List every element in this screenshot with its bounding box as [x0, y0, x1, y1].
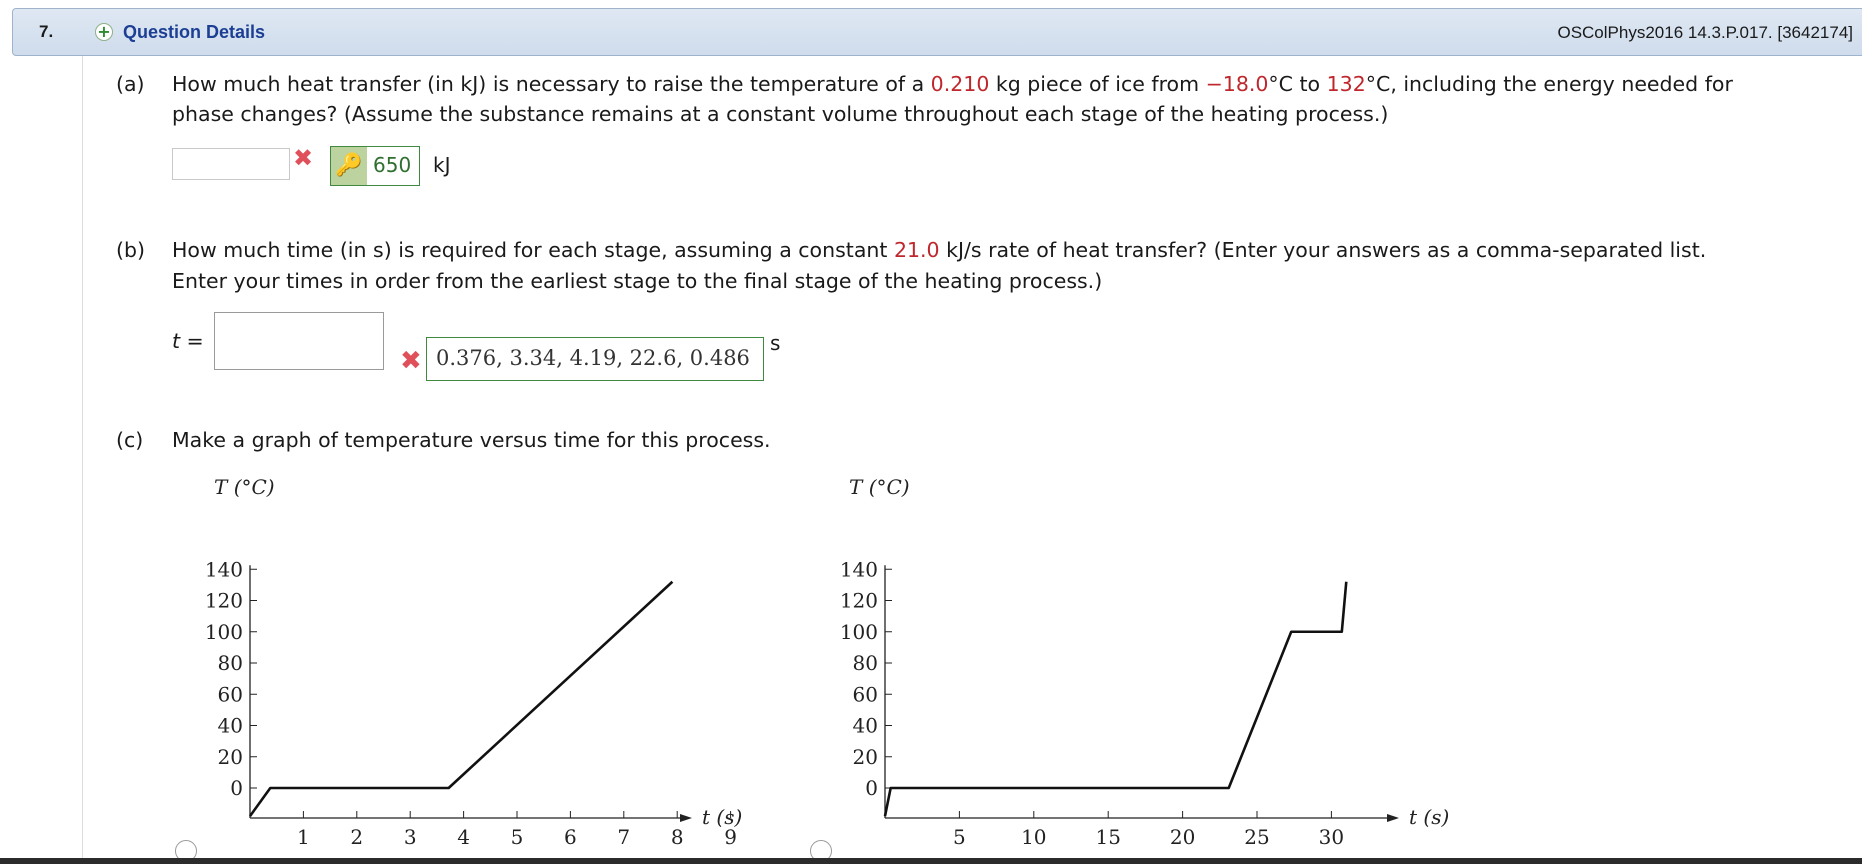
y-tick-label: 140: [840, 557, 878, 581]
x-tick-label: 5: [953, 825, 966, 849]
bottom-bar: [0, 858, 1862, 864]
x-axis-arrow-icon: [680, 814, 692, 822]
end-temperature-value: 132: [1326, 72, 1366, 96]
heat-rate-value: 21.0: [893, 238, 940, 262]
start-temperature-value: −18.0: [1205, 72, 1269, 96]
y-tick-label: 20: [853, 745, 878, 769]
expand-plus-icon[interactable]: +: [95, 23, 113, 41]
graph-option-1: 0204060801001201401 2 3 4 5 6 7 8 9T (°C)t (s): [205, 475, 742, 849]
part-a-answer-input[interactable]: [172, 148, 290, 180]
key-icon[interactable]: 🔑: [331, 147, 367, 185]
y-tick-label: 60: [853, 682, 878, 706]
y-tick-label: 0: [865, 776, 878, 800]
temperature-curve: [883, 581, 1348, 817]
part-a-unit: kJ: [433, 153, 451, 177]
question-number: 7.: [39, 22, 54, 41]
answer-key-box: 🔑 650: [330, 146, 420, 186]
x-tick-label: 20: [1170, 825, 1195, 849]
x-tick-label: 7: [617, 825, 630, 849]
part-c-label: (c): [116, 428, 144, 452]
ice-mass-value: 0.210: [930, 72, 990, 96]
x-tick-label: 15: [1095, 825, 1120, 849]
y-axis-label: T (°C): [214, 475, 275, 499]
part-b-unit: s: [770, 331, 781, 355]
graph-option-2: 0 20 40 60 80 100 120 140 5 10 15 20 25 30 T (°C) t (s): [840, 475, 1449, 849]
t-equals-label: t =: [172, 329, 204, 353]
x-tick-label: 30: [1319, 825, 1344, 849]
y-tick-label: 120: [840, 589, 878, 613]
x-tick-label: 10: [1021, 825, 1046, 849]
part-a-label: (a): [116, 72, 145, 96]
x-axis-arrow-icon: [1387, 814, 1399, 822]
y-tick-label: 140: [205, 557, 243, 581]
x-tick-label: 5: [511, 825, 524, 849]
temperature-curve: [248, 580, 674, 817]
question-reference: OSColPhys2016 14.3.P.017. [3642174]: [1557, 23, 1853, 42]
part-b-answer-input[interactable]: [214, 312, 384, 370]
left-divider: [82, 56, 83, 864]
question-header: 7. + Question Details OSColPhys2016 14.3…: [12, 8, 1862, 56]
y-tick-label: 40: [218, 714, 243, 738]
y-tick-label: 80: [218, 651, 243, 675]
y-tick-label: 120: [205, 589, 243, 613]
incorrect-icon: ✖: [400, 346, 422, 376]
x-tick-label: 1: [297, 825, 310, 849]
incorrect-icon: ✖: [293, 144, 314, 172]
y-tick-label: 40: [853, 714, 878, 738]
y-tick-label: 20: [218, 745, 243, 769]
part-a-correct-answer: 650: [373, 153, 412, 177]
x-tick-label: 25: [1244, 825, 1269, 849]
part-b-question-line1: How much time (in s) is required for eac…: [172, 238, 1707, 262]
part-a-question-line2: phase changes? (Assume the substance rem…: [172, 102, 1389, 126]
y-tick-label: 100: [840, 620, 878, 644]
part-c-question: Make a graph of temperature versus time …: [172, 428, 771, 452]
x-axis-label: t (s): [1409, 805, 1449, 829]
y-tick-label: 60: [218, 682, 243, 706]
x-tick-label: 3: [404, 825, 417, 849]
y-axis-label: T (°C): [849, 475, 910, 499]
part-b-correct-answer: 0.376, 3.34, 4.19, 22.6, 0.486: [426, 337, 764, 381]
x-tick-label: 8: [671, 825, 684, 849]
x-tick-label: 6: [564, 825, 577, 849]
x-tick-label: 2: [350, 825, 363, 849]
part-b-question-line2: Enter your times in order from the earli…: [172, 269, 1103, 293]
question-details-link[interactable]: Question Details: [123, 22, 265, 43]
y-tick-label: 0: [230, 776, 243, 800]
x-axis-label: t (s): [702, 805, 742, 829]
x-tick-label: 4: [457, 825, 470, 849]
part-a-question-line1: How much heat transfer (in kJ) is necess…: [172, 72, 1733, 96]
y-tick-label: 100: [205, 620, 243, 644]
part-b-label: (b): [116, 238, 146, 262]
y-tick-label: 80: [853, 651, 878, 675]
